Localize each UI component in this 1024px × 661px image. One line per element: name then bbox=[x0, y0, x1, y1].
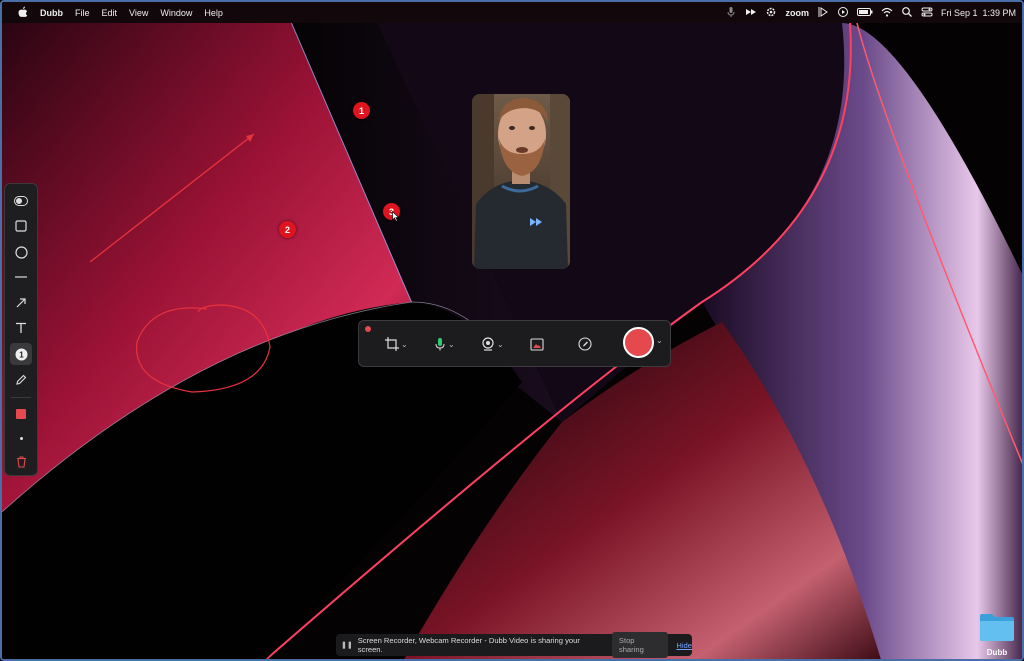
gear-icon[interactable] bbox=[765, 6, 777, 20]
menu-clock[interactable]: Fri Sep 1 1:39 PM bbox=[941, 8, 1016, 18]
recorder-control-bar: ⌄ ⌄ ⌄ ⌄ bbox=[358, 320, 671, 367]
play-icon[interactable] bbox=[817, 6, 829, 20]
menu-view[interactable]: View bbox=[123, 8, 154, 18]
annotation-toolbar: 1 bbox=[4, 183, 38, 476]
screen-frame: Dubb File Edit View Window Help zoom Fri… bbox=[0, 0, 1024, 661]
microphone-icon bbox=[435, 338, 445, 351]
start-recording-button[interactable] bbox=[623, 327, 654, 358]
rectangle-icon[interactable] bbox=[10, 215, 32, 237]
number-marker-icon[interactable]: 1 bbox=[10, 343, 32, 365]
mouse-cursor-icon bbox=[392, 211, 400, 222]
annotate-button[interactable] bbox=[578, 333, 592, 355]
svg-text:1: 1 bbox=[19, 350, 24, 359]
search-icon[interactable] bbox=[901, 6, 913, 20]
battery-icon[interactable] bbox=[856, 7, 873, 19]
zoom-status-label[interactable]: zoom bbox=[785, 8, 809, 18]
crop-button[interactable]: ⌄ bbox=[385, 333, 408, 355]
chevron-down-icon: ⌄ bbox=[448, 339, 455, 349]
trash-icon[interactable] bbox=[10, 451, 32, 473]
apple-icon[interactable] bbox=[12, 6, 34, 19]
annotation-marker-2[interactable]: 2 bbox=[279, 221, 296, 238]
menu-app-name[interactable]: Dubb bbox=[34, 8, 69, 18]
brush-size-icon[interactable] bbox=[10, 427, 32, 449]
wifi-icon[interactable] bbox=[881, 6, 893, 20]
menu-edit[interactable]: Edit bbox=[96, 8, 124, 18]
circle-icon[interactable] bbox=[10, 241, 32, 263]
sharing-message: Screen Recorder, Webcam Recorder - Dubb … bbox=[357, 636, 580, 654]
toolbar-divider bbox=[11, 397, 31, 398]
annotate-icon bbox=[578, 337, 592, 351]
chevron-down-icon: ⌄ bbox=[401, 339, 408, 349]
arrow-icon[interactable] bbox=[10, 292, 32, 314]
control-center-icon[interactable] bbox=[921, 6, 933, 20]
mic-icon[interactable] bbox=[725, 6, 737, 20]
menu-window[interactable]: Window bbox=[154, 8, 198, 18]
toggle-icon[interactable] bbox=[10, 190, 32, 212]
webcam-person-image bbox=[472, 94, 570, 269]
screen-sharing-bar: ❚❚ Screen Recorder, Webcam Recorder - Du… bbox=[336, 632, 692, 658]
line-icon[interactable] bbox=[10, 266, 32, 288]
record-icon[interactable] bbox=[837, 6, 849, 20]
menu-help[interactable]: Help bbox=[198, 8, 229, 18]
record-options-chevron-icon[interactable]: ⌄ bbox=[656, 336, 663, 345]
microphone-button[interactable]: ⌄ bbox=[434, 333, 455, 355]
color-swatch[interactable] bbox=[10, 403, 32, 425]
dubb-icon[interactable] bbox=[745, 6, 757, 20]
hide-link[interactable]: Hide bbox=[676, 641, 692, 650]
pause-icon: ❚❚ bbox=[341, 642, 353, 649]
annotation-marker-1[interactable]: 1 bbox=[353, 102, 370, 119]
screen-button[interactable] bbox=[530, 333, 544, 355]
pencil-icon[interactable] bbox=[10, 369, 32, 391]
close-recorder-button[interactable] bbox=[365, 326, 371, 332]
folder-icon bbox=[980, 614, 1014, 641]
folder-label: Dubb bbox=[986, 648, 1008, 657]
webcam-preview[interactable] bbox=[472, 94, 570, 269]
desktop-folder-dubb[interactable]: Dubb bbox=[975, 612, 1019, 657]
menu-file[interactable]: File bbox=[69, 8, 96, 18]
chevron-down-icon: ⌄ bbox=[497, 339, 504, 349]
screen-icon bbox=[530, 337, 544, 351]
webcam-icon bbox=[482, 337, 494, 351]
webcam-button[interactable]: ⌄ bbox=[481, 333, 504, 355]
stop-sharing-button[interactable]: Stop sharing bbox=[611, 632, 669, 658]
menu-bar: Dubb File Edit View Window Help zoom Fri… bbox=[2, 2, 1022, 23]
text-icon[interactable] bbox=[10, 317, 32, 339]
crop-icon bbox=[385, 337, 399, 351]
